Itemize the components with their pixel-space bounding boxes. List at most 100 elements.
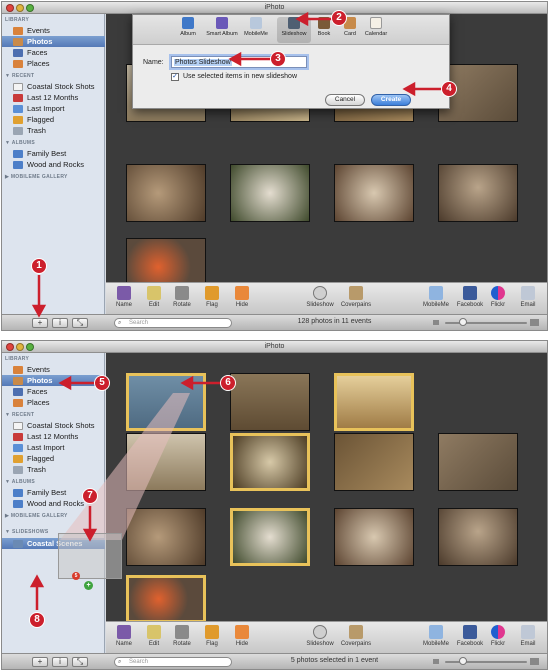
sidebar-item-faces[interactable]: Faces	[2, 386, 105, 397]
play-icon	[313, 286, 327, 300]
album-icon	[13, 161, 23, 169]
add-button[interactable]: +	[32, 657, 48, 667]
fullscreen-button[interactable]: ⤡	[72, 657, 88, 667]
sidebar-item-last-import[interactable]: Last Import	[2, 103, 105, 114]
new-item-dialog: Album Smart Album MobileMe Slideshow Boo…	[132, 14, 450, 109]
recent-header[interactable]: ▼ RECENT	[5, 73, 34, 79]
toolbar-mobileme-button[interactable]: MobileMe	[418, 625, 454, 653]
photos-icon	[13, 377, 23, 385]
info-button[interactable]: i	[52, 318, 68, 328]
photo-thumbnail[interactable]	[438, 433, 518, 491]
photo-thumbnail-selected[interactable]	[126, 373, 206, 431]
facebook-icon	[463, 625, 477, 639]
sidebar-item-photos[interactable]: Photos	[2, 375, 105, 386]
book-icon	[318, 17, 330, 29]
photo-thumbnail[interactable]	[438, 508, 518, 566]
cancel-button[interactable]: Cancel	[325, 94, 365, 106]
sidebar-item-events[interactable]: Events	[2, 364, 105, 375]
sidebar-item-wood-and-rocks[interactable]: Wood and Rocks	[2, 159, 105, 170]
photo-thumbnail[interactable]	[230, 164, 310, 222]
toolbar-label: Email	[520, 302, 536, 308]
sidebar-item-label: Trash	[27, 465, 46, 474]
recent-header[interactable]: ▼ RECENT	[5, 412, 34, 418]
sidebar-item-label: Coastal Stock Shots	[27, 421, 95, 430]
photo-thumbnail-selected[interactable]	[230, 433, 310, 491]
sidebar-item-trash[interactable]: Trash	[2, 464, 105, 475]
sidebar-item-last-12-months[interactable]: Last 12 Months	[2, 92, 105, 103]
photo-thumbnail[interactable]	[126, 508, 206, 566]
title-bar[interactable]: iPhoto	[2, 341, 547, 353]
tab-mobileme[interactable]: MobileMe	[239, 17, 273, 43]
toolbar-slideshow-button[interactable]: Slideshow	[302, 286, 338, 314]
sidebar-item-events[interactable]: Events	[2, 25, 105, 36]
calendar-icon	[13, 94, 23, 102]
sidebar-item-label: Last 12 Months	[27, 432, 79, 441]
sidebar-item-flagged[interactable]: Flagged	[2, 453, 105, 464]
photo-thumbnail-selected[interactable]	[230, 508, 310, 566]
pencil-icon	[147, 625, 161, 639]
sidebar-item-last-12-months[interactable]: Last 12 Months	[2, 431, 105, 442]
sidebar-item-last-import[interactable]: Last Import	[2, 442, 105, 453]
info-button[interactable]: i	[52, 657, 68, 667]
photo-thumbnail-selected[interactable]	[334, 373, 414, 431]
tab-slideshow[interactable]: Slideshow	[277, 17, 311, 43]
album-icon	[13, 489, 23, 497]
sidebar-item-label: Photos	[27, 376, 53, 385]
search-field[interactable]: ⌕ Search	[114, 318, 232, 328]
slideshows-header[interactable]: ▼ SLIDESHOWS	[5, 529, 49, 535]
sidebar-item-trash[interactable]: Trash	[2, 125, 105, 136]
photos-icon	[13, 38, 23, 46]
photo-grid	[106, 353, 547, 623]
photo-thumbnail[interactable]	[438, 164, 518, 222]
sidebar-item-coastal-stock-shots[interactable]: Coastal Stock Shots	[2, 420, 105, 431]
slideshow-icon	[13, 540, 23, 548]
slider-knob[interactable]	[459, 318, 467, 326]
trash-icon	[13, 127, 23, 135]
add-button[interactable]: +	[32, 318, 48, 328]
sidebar-item-flagged[interactable]: Flagged	[2, 114, 105, 125]
toolbar-coverpains-button[interactable]: Coverpains	[338, 286, 374, 314]
toolbar-mobileme-button[interactable]: MobileMe	[418, 286, 454, 314]
toolbar-email-button[interactable]: Email	[510, 625, 546, 653]
toolbar-coverpains-button[interactable]: Coverpains	[338, 625, 374, 653]
toolbar-email-button[interactable]: Email	[510, 286, 546, 314]
use-selected-checkbox[interactable]: ✓	[171, 73, 179, 81]
tab-smart-album[interactable]: Smart Album	[205, 17, 239, 43]
coverpains-icon	[349, 625, 363, 639]
mobileme-gallery-header[interactable]: ▶ MOBILEME GALLERY	[5, 174, 68, 180]
toolbar-hide-button[interactable]: Hide	[224, 625, 260, 653]
search-field[interactable]: ⌕ Search	[114, 657, 232, 667]
create-button[interactable]: Create	[371, 94, 411, 106]
tab-calendar[interactable]: Calendar	[359, 17, 393, 43]
toolbar-slideshow-button[interactable]: Slideshow	[302, 625, 338, 653]
sidebar-item-places[interactable]: Places	[2, 58, 105, 69]
photo-thumbnail[interactable]	[230, 373, 310, 431]
thumbnail-size-slider[interactable]	[445, 661, 527, 663]
sidebar-item-places[interactable]: Places	[2, 397, 105, 408]
fullscreen-button[interactable]: ⤡	[72, 318, 88, 328]
sidebar-item-label: Photos	[27, 37, 53, 46]
photo-thumbnail[interactable]	[334, 508, 414, 566]
sidebar-item-label: Faces	[27, 387, 48, 396]
albums-header[interactable]: ▼ ALBUMS	[5, 140, 35, 146]
library-header: LIBRARY	[5, 356, 30, 362]
photo-thumbnail[interactable]	[334, 164, 414, 222]
photo-thumbnail[interactable]	[126, 164, 206, 222]
name-field[interactable]: Photos Slideshow	[171, 56, 307, 68]
sidebar-item-coastal-stock-shots[interactable]: Coastal Stock Shots	[2, 81, 105, 92]
toolbar-hide-button[interactable]: Hide	[224, 286, 260, 314]
sidebar-item-label: Last 12 Months	[27, 93, 79, 102]
thumbnail-size-slider[interactable]	[445, 322, 527, 324]
title-bar[interactable]: iPhoto	[2, 2, 547, 14]
albums-header[interactable]: ▼ ALBUMS	[5, 479, 35, 485]
sidebar-item-faces[interactable]: Faces	[2, 47, 105, 58]
rotate-icon	[175, 286, 189, 300]
mobileme-gallery-header[interactable]: ▶ MOBILEME GALLERY	[5, 513, 68, 519]
photo-thumbnail[interactable]	[334, 433, 414, 491]
photo-thumbnail-selected[interactable]	[126, 575, 206, 623]
tab-album[interactable]: Album	[171, 17, 205, 43]
photo-thumbnail[interactable]	[126, 433, 206, 491]
sidebar-item-photos[interactable]: Photos	[2, 36, 105, 47]
slider-knob[interactable]	[459, 657, 467, 665]
sidebar-item-family-best[interactable]: Family Best	[2, 148, 105, 159]
